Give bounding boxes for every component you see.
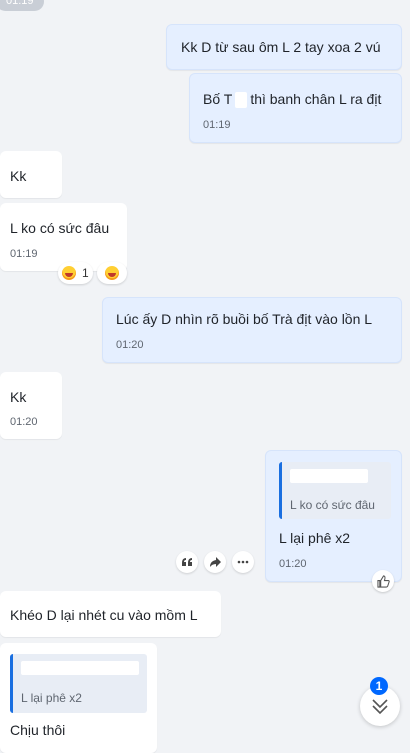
quote-icon [182,558,192,566]
forward-button[interactable] [204,551,226,573]
message-bubble-outgoing[interactable]: Bố T thì banh chân L ra địt 01:19 [189,73,402,143]
message-bubble-incoming[interactable]: L lại phê x2 Chịu thôi [0,643,157,753]
message-text: Kk [10,389,27,405]
message-text: Lúc ấy D nhìn rõ buồi bố Trà địt vào lồn… [116,311,373,327]
message-bubble-incoming[interactable]: Kk [0,151,62,198]
message-bubble-outgoing[interactable]: L ko có sức đâu L lại phê x2 01:20 [265,450,402,582]
message-bubble-outgoing[interactable]: Kk D từ sau ôm L 2 tay xoa 2 vú [166,24,402,70]
quoted-text: L lại phê x2 [21,691,82,705]
message-timestamp: 01:20 [279,558,307,570]
message-timestamp: 01:20 [10,416,38,428]
laugh-emoji-icon [62,266,76,280]
message-text-part: Bố T [203,91,233,107]
quoted-message[interactable]: L lại phê x2 [10,654,147,713]
reaction-count: 1 [82,266,89,280]
unread-count-badge: 1 [370,677,388,695]
message-text: L ko có sức đâu [10,220,110,236]
reaction-chip[interactable]: 1 [58,262,93,284]
ellipsis-icon [237,560,249,564]
more-options-button[interactable] [232,551,254,573]
quoted-sender [21,658,139,676]
redacted-block [21,660,139,675]
reaction-bar: 1 [58,262,127,284]
quoted-text: L ko có sức đâu [290,498,375,512]
message-actions [176,551,254,573]
laugh-emoji-icon [104,266,119,280]
like-reaction-button[interactable] [372,570,394,592]
thumbs-up-icon [376,574,390,588]
redacted-block [235,92,248,109]
message-timestamp: 01:19 [10,248,38,260]
message-bubble-incoming[interactable]: Kk 01:20 [0,372,62,439]
quoted-sender [290,466,368,484]
message-text: Kk D từ sau ôm L 2 tay xoa 2 vú [181,39,381,55]
message-timestamp: 01:19 [203,119,231,131]
add-reaction-button[interactable] [96,262,127,284]
message-bubble-incoming[interactable]: Khéo D lại nhét cu vào mồm L [0,591,221,637]
message-text-part: thì banh chân L ra địt [250,91,382,107]
quoted-message[interactable]: L ko có sức đâu [279,462,391,519]
message-text: L lại phê x2 [279,530,351,546]
message-text: Bố T thì banh chân L ra địt [203,90,382,109]
message-text: Chịu thôi [10,722,66,738]
redacted-block [290,468,368,483]
message-bubble-outgoing[interactable]: Lúc ấy D nhìn rõ buồi bố Trà địt vào lồn… [102,297,402,363]
message-timestamp: 01:20 [116,339,144,351]
forward-icon [210,557,221,567]
reply-button[interactable] [176,551,198,573]
message-bubble-incoming[interactable]: L ko có sức đâu 01:19 [0,203,127,271]
double-chevron-down-icon [372,699,388,715]
message-text: Khéo D lại nhét cu vào mồm L [10,607,198,623]
date-time-pill: 01:19 [0,0,44,11]
message-text: Kk [10,168,27,184]
